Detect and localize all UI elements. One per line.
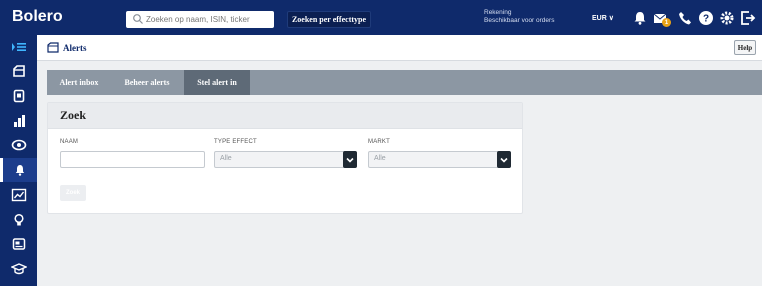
- name-label: NAAM: [60, 139, 79, 145]
- market-select[interactable]: Alle: [368, 151, 511, 168]
- menu-toggle-icon: [11, 43, 26, 51]
- sidebar-menu-toggle[interactable]: [0, 35, 37, 59]
- breadcrumb-bar: Alerts Help: [37, 35, 762, 61]
- top-bar: Bolero Zoeken per effecttype Rekening Be…: [0, 0, 762, 35]
- tab-stel-alert-in[interactable]: Stel alert in: [184, 70, 250, 95]
- name-field[interactable]: [60, 151, 205, 168]
- watchlist-icon: [11, 139, 26, 151]
- orders-icon: [13, 89, 24, 103]
- sidebar-item-watchlist[interactable]: [0, 133, 37, 157]
- sidebar-item-portfolio[interactable]: [0, 59, 37, 83]
- message-count-badge: 1: [662, 18, 671, 27]
- account-selector[interactable]: Rekening Beschikbaar voor orders: [484, 9, 554, 25]
- alerts-icon: [15, 165, 25, 176]
- help-button[interactable]: Help: [734, 40, 756, 55]
- search-box[interactable]: [126, 11, 274, 28]
- analysis-icon: [11, 188, 26, 202]
- folder-icon: [47, 42, 59, 53]
- account-label: Rekening: [484, 9, 512, 16]
- market-label: MARKT: [368, 139, 390, 145]
- type-effect-label: TYPE EFFECT: [214, 139, 257, 145]
- bolero-logo[interactable]: Bolero: [12, 8, 63, 26]
- search-input[interactable]: [146, 12, 270, 26]
- search-icon: [133, 14, 143, 24]
- logout-icon[interactable]: [739, 9, 757, 27]
- type-effect-value: Alle: [220, 155, 232, 162]
- sidebar-item-orders[interactable]: [0, 84, 37, 108]
- account-sublabel: Beschikbaar voor orders: [484, 17, 555, 24]
- chevron-down-icon: [497, 151, 511, 168]
- sidebar-item-markets[interactable]: [0, 109, 37, 133]
- sidebar-item-analysis[interactable]: [0, 183, 37, 207]
- tab-beheer-alerts[interactable]: Beheer alerts: [111, 70, 183, 95]
- sidebar: [0, 35, 37, 286]
- portfolio-icon: [12, 65, 25, 77]
- tab-alert-inbox[interactable]: Alert inbox: [47, 70, 111, 95]
- markets-icon: [13, 115, 25, 127]
- bell-icon[interactable]: [631, 9, 649, 27]
- type-effect-select[interactable]: Alle: [214, 151, 357, 168]
- breadcrumb: Alerts: [47, 42, 87, 53]
- sidebar-item-ideas[interactable]: [0, 208, 37, 232]
- gear-icon[interactable]: [718, 9, 736, 27]
- phone-icon[interactable]: [676, 9, 694, 27]
- news-icon: [12, 238, 25, 250]
- search-submit-button[interactable]: Zoek: [60, 185, 86, 201]
- lightbulb-icon: [13, 213, 24, 226]
- sidebar-item-news[interactable]: [0, 232, 37, 256]
- sidebar-item-alerts[interactable]: [0, 158, 37, 182]
- page-title: Alerts: [63, 42, 87, 53]
- sidebar-item-learn[interactable]: [0, 257, 37, 281]
- graduation-cap-icon: [10, 263, 27, 275]
- svg-text:?: ?: [703, 14, 709, 25]
- panel-title: Zoek: [48, 103, 522, 129]
- currency-selector[interactable]: EUR ∨: [592, 14, 614, 22]
- chevron-down-icon: [343, 151, 357, 168]
- market-value: Alle: [374, 155, 386, 162]
- search-panel: Zoek NAAM TYPE EFFECT Alle MARKT Alle Zo…: [47, 102, 523, 214]
- help-circle-icon[interactable]: ?: [697, 9, 715, 27]
- advanced-search-button[interactable]: Zoeken per effecttype: [287, 11, 371, 28]
- tab-bar: Alert inbox Beheer alerts Stel alert in: [47, 70, 762, 95]
